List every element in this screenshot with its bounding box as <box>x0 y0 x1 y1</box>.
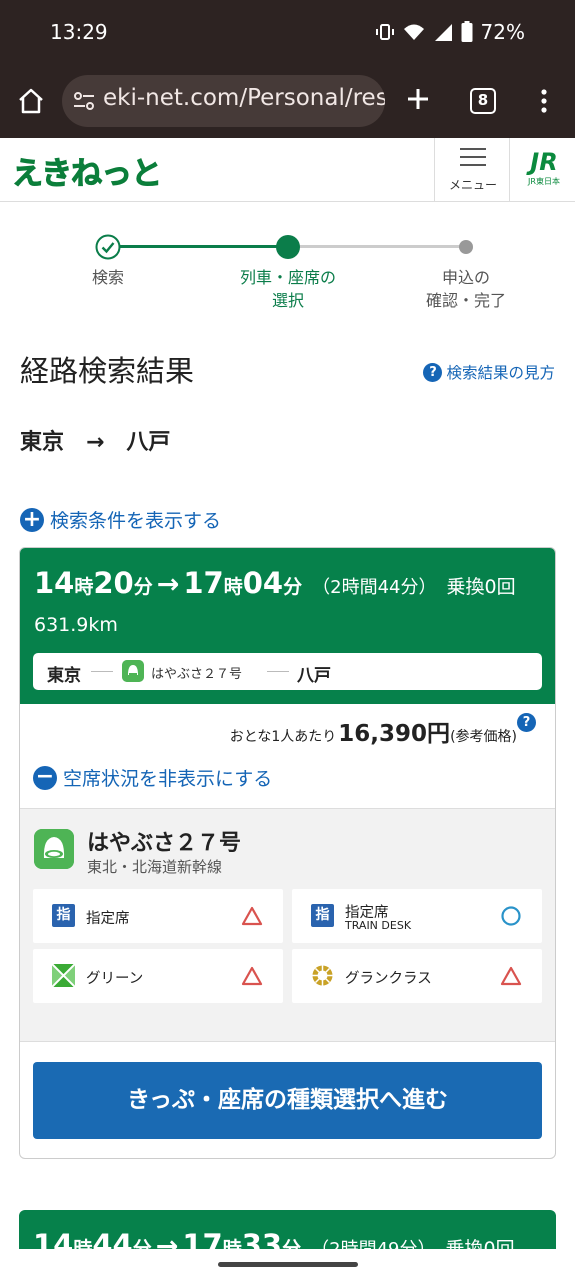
price-help-icon[interactable]: ? <box>517 713 536 732</box>
help-icon: ? <box>423 362 443 382</box>
gran-class-icon <box>312 965 333 986</box>
price-label: おとな1人あたり <box>229 729 337 745</box>
price-note: (参考価格) <box>450 729 517 745</box>
result-card: 14時20分 → 17時04分 （2時間44分） 乗換0回 631.9km 東京 はやぶ… <box>19 547 556 1159</box>
url-text: eki-net.com/Personal/rese <box>103 85 385 111</box>
show-conditions-toggle[interactable]: + 検索条件を表示する <box>20 506 221 533</box>
hide-availability-toggle[interactable]: − 空席状況を非表示にする <box>33 764 272 791</box>
progress-steps: 検索 列車・座席の 選択 申込の 確認・完了 <box>0 228 575 318</box>
proceed-to-ticket-selection-button[interactable]: きっぷ・座席の種類選択へ進む <box>33 1062 542 1139</box>
step-todo-dot <box>459 240 473 254</box>
tab-switcher-button[interactable]: 8 <box>470 88 496 114</box>
route-from: 東京 <box>47 666 81 686</box>
signal-icon <box>434 24 452 41</box>
price-amount: 16,390円 <box>338 721 451 747</box>
gesture-nav-bar <box>0 1249 575 1280</box>
url-bar[interactable]: eki-net.com/Personal/rese <box>62 75 385 127</box>
step-line-todo <box>288 245 466 248</box>
plus-circle-icon: + <box>20 507 44 532</box>
step-label-select: 列車・座席の 選択 <box>239 268 336 310</box>
site-settings-icon[interactable] <box>72 89 96 113</box>
help-link[interactable]: ? 検索結果の見方 <box>423 361 555 383</box>
shinkansen-large-icon <box>34 829 74 869</box>
step-current-dot <box>276 235 300 259</box>
menu-label: メニュー <box>448 178 497 192</box>
availability-triangle-icon <box>500 966 522 986</box>
seat-tile-green: グリーン <box>33 949 283 1003</box>
battery-icon <box>461 21 473 42</box>
duration: （2時間44分） <box>312 577 437 598</box>
route-pill: 東京 はやぶさ２７号 八戸 <box>33 653 542 690</box>
home-gesture-pill[interactable] <box>218 1262 358 1267</box>
menu-button[interactable]: メニュー <box>434 138 510 201</box>
home-icon[interactable] <box>16 86 46 116</box>
page-title: 経路検索結果 <box>20 354 195 388</box>
price-row: おとな1人あたり 16,390円 (参考価格) <box>230 714 517 748</box>
hamburger-icon <box>460 148 486 168</box>
availability-circle-icon <box>501 906 521 926</box>
transfers: 乗換0回 <box>446 576 516 598</box>
jr-east-logo: JR JR東日本 <box>528 148 560 186</box>
browser-toolbar: eki-net.com/Personal/rese 8 <box>0 66 575 138</box>
shinkansen-icon <box>122 660 144 682</box>
step-label-search: 検索 <box>91 268 124 287</box>
green-car-icon <box>52 964 75 987</box>
step-line-done <box>108 245 288 248</box>
seat-tile-gran-class: グランクラス <box>292 949 542 1003</box>
availability-triangle-icon <box>241 906 263 926</box>
seat-tile-reserved: 指 指定席 <box>33 889 283 943</box>
availability-panel: はやぶさ２７号 東北・北海道新幹線 指 指定席 指 指定席 TRAIN DESK… <box>20 808 555 1042</box>
route-to: 八戸 <box>297 666 331 686</box>
route-summary: 東京 → 八戸 <box>20 430 171 455</box>
step-label-confirm: 申込の 確認・完了 <box>425 268 506 310</box>
route-train-name: はやぶさ２７号 <box>151 667 243 682</box>
availability-triangle-icon <box>241 966 263 986</box>
status-time: 13:29 <box>50 20 108 44</box>
schedule-times: 14時20分 → 17時04分 （2時間44分） 乗換0回 <box>34 566 516 600</box>
train-line: 東北・北海道新幹線 <box>87 858 223 876</box>
train-title: はやぶさ２７号 <box>87 831 242 856</box>
reserved-seat-icon: 指 <box>52 904 75 927</box>
wifi-icon <box>403 24 424 40</box>
site-header: えきねっと メニュー JR JR東日本 <box>0 138 575 202</box>
result-card-header[interactable]: 14時20分 → 17時04分 （2時間44分） 乗換0回 631.9km 東京 はやぶ… <box>20 548 555 704</box>
vibrate-icon <box>375 24 394 40</box>
new-tab-icon[interactable] <box>403 84 433 114</box>
minus-circle-icon: − <box>33 765 57 790</box>
battery-percent: 72% <box>480 20 525 44</box>
seat-tile-train-desk: 指 指定席 TRAIN DESK <box>292 889 542 943</box>
ekinet-logo[interactable]: えきねっと <box>11 148 162 193</box>
step-done-check-icon <box>95 234 121 260</box>
distance: 631.9km <box>34 614 118 636</box>
status-bar: 13:29 72% <box>0 0 575 66</box>
reserved-seat-icon: 指 <box>311 904 334 927</box>
more-options-icon[interactable] <box>531 86 557 116</box>
